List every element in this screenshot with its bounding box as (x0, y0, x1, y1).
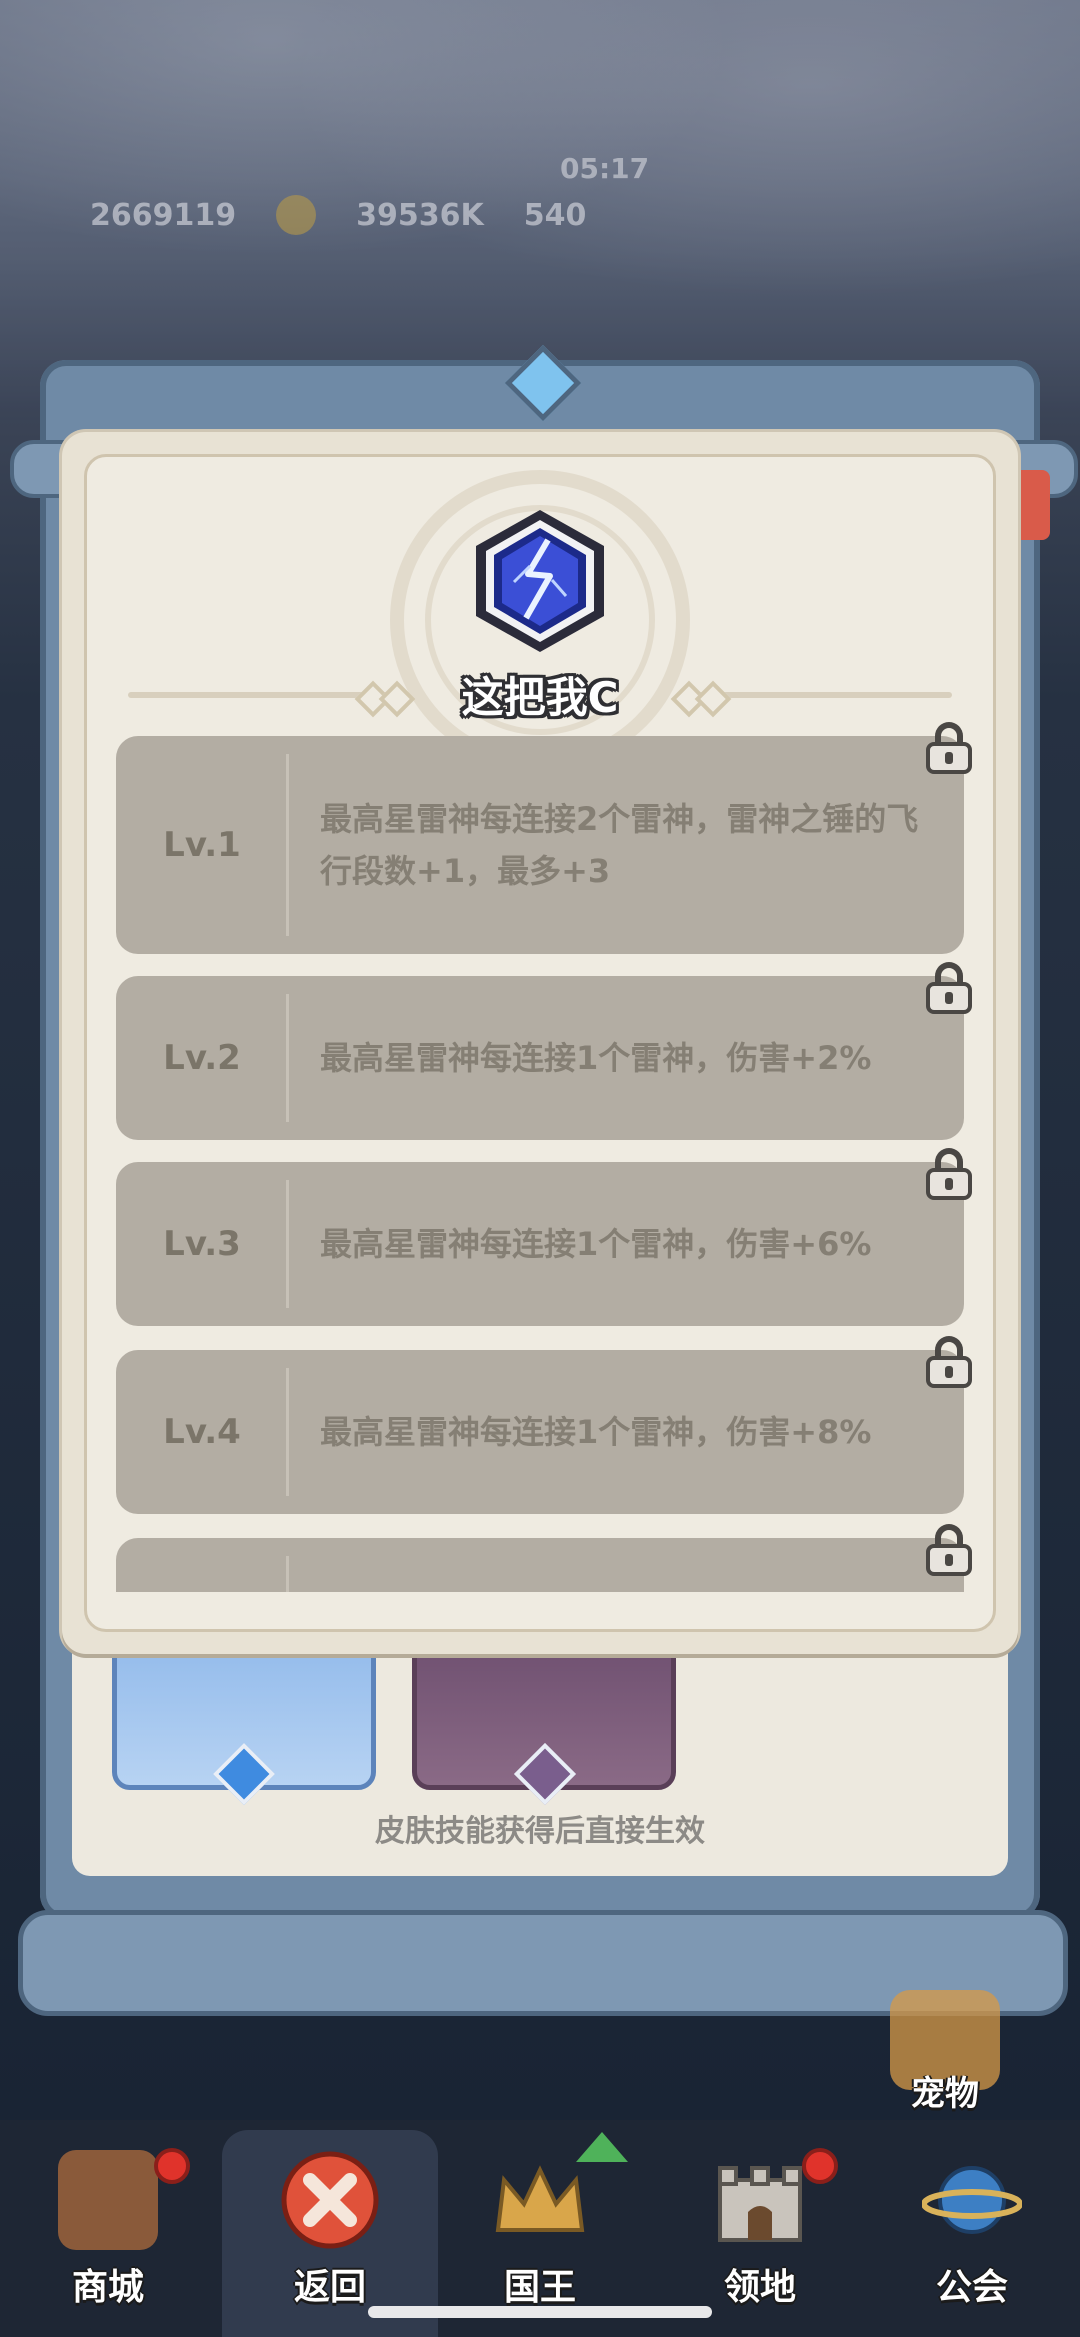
nav-guild[interactable]: 公会 (864, 2130, 1080, 2337)
level-label: Lv.3 (163, 1224, 241, 1264)
level-row: Lv.4 最高星雷神每连接1个雷神，伤害+8% (116, 1350, 964, 1514)
level-description: 最高星雷神每连接1个雷神，伤害+6% (320, 1225, 872, 1263)
level-description: 最高星雷神每连接1个雷神，伤害+8% (320, 1413, 872, 1451)
hud-gems: 540 (523, 197, 587, 233)
level-description: 最高星雷神每连接2个雷神，雷神之锤的飞行段数+1，最多+3 (320, 800, 919, 890)
shop-icon (58, 2150, 158, 2250)
hud-power: 2669119 (90, 197, 237, 233)
lightning-skill-icon (476, 510, 604, 652)
castle-icon (718, 2166, 802, 2242)
level-row: Lv.2 最高星雷神每连接1个雷神，伤害+2% (116, 976, 964, 1140)
level-description (320, 1538, 924, 1592)
home-indicator[interactable] (368, 2306, 712, 2318)
nav-shop[interactable]: 商城 (0, 2130, 216, 2337)
level-description: 最高星雷神每连接1个雷神，伤害+2% (320, 1039, 872, 1077)
lock-icon (926, 722, 972, 774)
modal-title: 这把我C (461, 673, 619, 722)
upgrade-arrow-icon (576, 2132, 628, 2162)
notification-dot (154, 2148, 190, 2184)
level-label: Lv.2 (163, 1038, 241, 1078)
nav-label: 国王 (503, 2267, 576, 2308)
pet-button[interactable]: 宠物 (880, 1990, 1010, 2120)
close-icon (281, 2151, 379, 2249)
row-divider (286, 994, 289, 1122)
level-label (116, 1538, 288, 1592)
crown-icon (495, 2165, 585, 2232)
notification-dot (802, 2148, 838, 2184)
hud-resources: 2669119 39536K 540 (90, 190, 710, 240)
lock-icon (926, 1148, 972, 1200)
lock-icon (926, 1524, 972, 1576)
planet-icon (922, 2166, 1022, 2234)
level-list[interactable]: Lv.1 最高星雷神每连接2个雷神，雷神之锤的飞行段数+1，最多+3 Lv.2 … (116, 736, 966, 1592)
level-label: Lv.4 (163, 1412, 241, 1452)
row-divider (286, 754, 289, 936)
level-label: Lv.1 (163, 825, 241, 865)
level-row (116, 1538, 964, 1592)
nav-label: 领地 (723, 2267, 796, 2308)
nav-label: 公会 (935, 2267, 1008, 2308)
hud-gold: 39536K (356, 197, 484, 233)
hud-timer: 05:17 (560, 152, 650, 185)
nav-label: 商城 (71, 2267, 144, 2308)
level-row: Lv.1 最高星雷神每连接2个雷神，雷神之锤的飞行段数+1，最多+3 (116, 736, 964, 954)
lock-icon (926, 962, 972, 1014)
pet-label: 宠物 (911, 2074, 979, 2114)
gold-coin-icon (276, 195, 317, 235)
lock-icon (926, 1336, 972, 1388)
row-divider (286, 1180, 289, 1308)
skin-note: 皮肤技能获得后直接生效 (375, 1814, 705, 1849)
row-divider (286, 1368, 289, 1496)
nav-label: 返回 (293, 2267, 366, 2308)
row-divider (286, 1556, 289, 1592)
level-row: Lv.3 最高星雷神每连接1个雷神，伤害+6% (116, 1162, 964, 1326)
